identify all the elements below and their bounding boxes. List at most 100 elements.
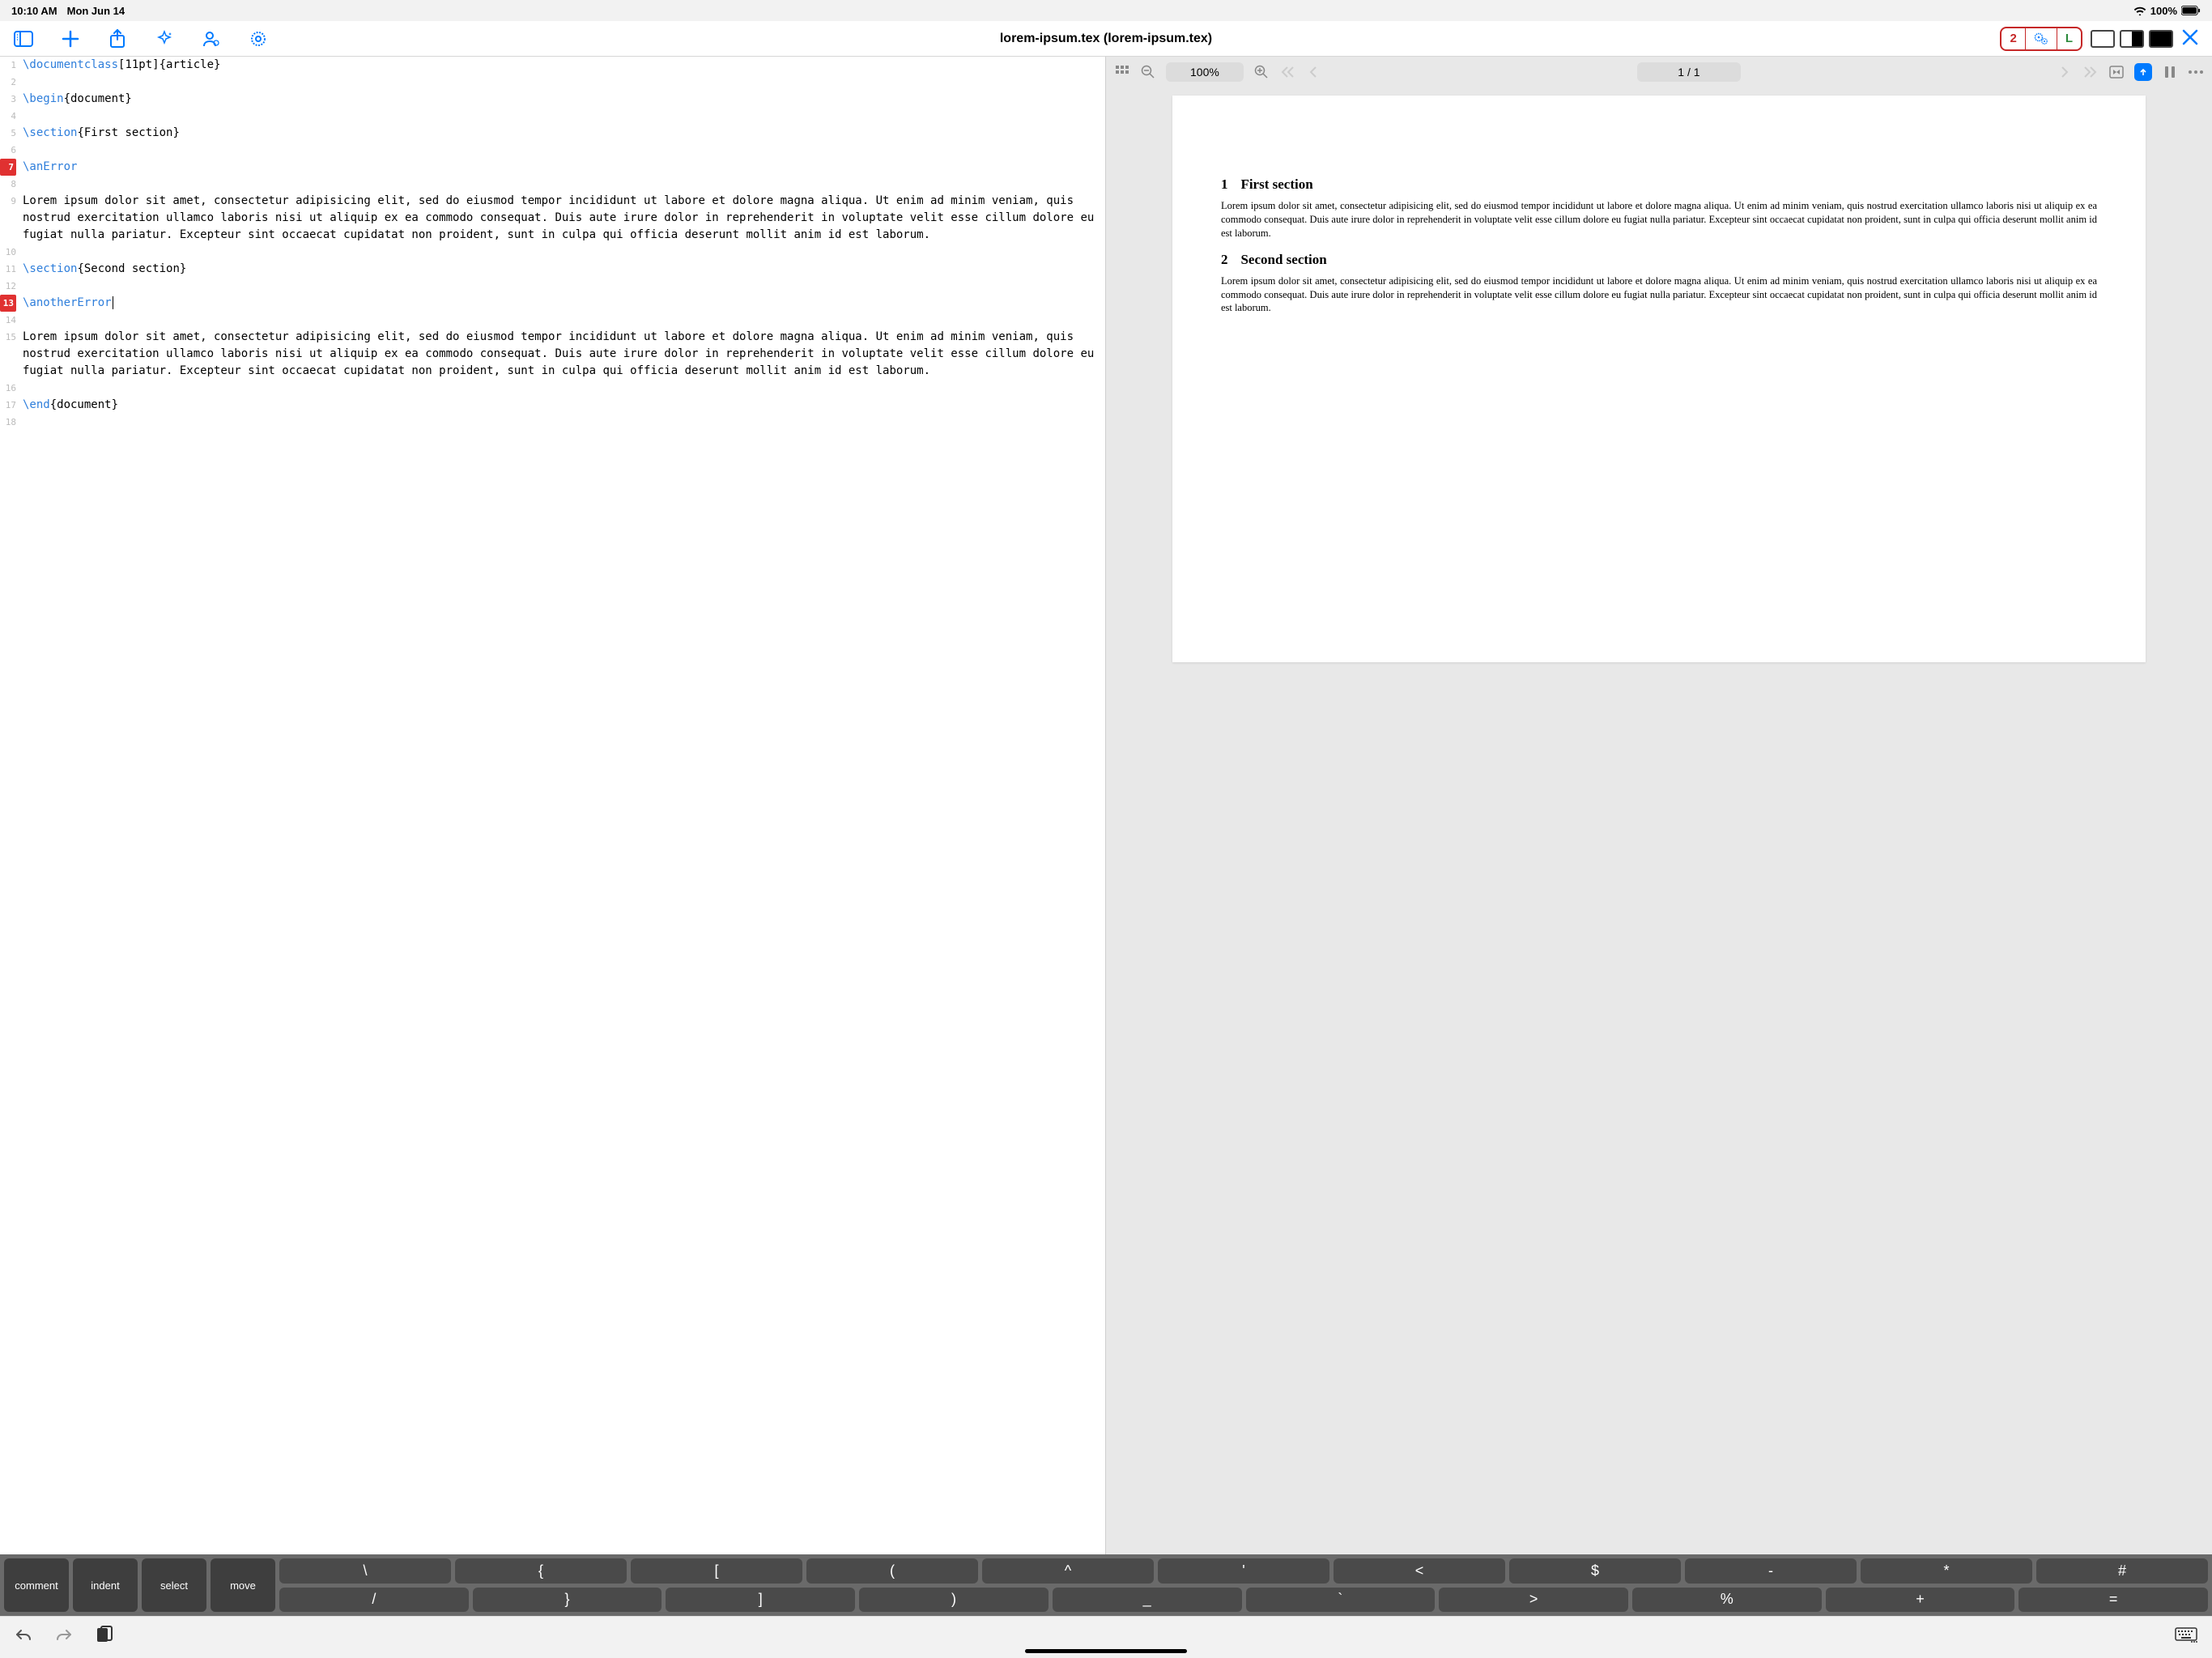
line-number: 5 [0, 125, 16, 142]
page-indicator[interactable]: 1 / 1 [1637, 62, 1740, 82]
kb-key[interactable]: < [1334, 1558, 1505, 1584]
layout-preview-only[interactable] [2149, 30, 2173, 48]
pause-icon[interactable] [2162, 66, 2178, 79]
kb-action-select[interactable]: select [142, 1558, 206, 1612]
kb-action-comment[interactable]: comment [4, 1558, 69, 1612]
kb-key[interactable]: _ [1053, 1588, 1242, 1613]
next-page-icon[interactable] [2057, 66, 2073, 78]
zoom-out-icon[interactable] [1140, 65, 1156, 79]
kb-key[interactable]: = [2018, 1588, 2208, 1613]
home-indicator[interactable] [1025, 1649, 1187, 1653]
prev-page-icon[interactable] [1305, 66, 1321, 78]
kb-key[interactable]: # [2036, 1558, 2208, 1584]
line-number: 16 [0, 380, 16, 397]
sidebar-toggle-icon[interactable] [13, 28, 34, 49]
kb-key[interactable]: ) [859, 1588, 1049, 1613]
layout-editor-only[interactable] [2091, 30, 2115, 48]
error-count: 2 [2001, 28, 2025, 49]
close-icon[interactable] [2181, 28, 2199, 50]
kb-key[interactable]: % [1632, 1588, 1822, 1613]
zoom-level[interactable]: 100% [1166, 62, 1244, 82]
zoom-in-icon[interactable] [1253, 65, 1270, 79]
sparkle-icon[interactable] [154, 28, 175, 49]
typeset-mode: L [2057, 28, 2081, 49]
kb-action-move[interactable]: move [211, 1558, 275, 1612]
share-icon[interactable] [107, 28, 128, 49]
code-line[interactable] [23, 278, 1099, 295]
code-line[interactable]: \section{Second section} [23, 261, 1099, 278]
thumbnails-icon[interactable] [1114, 66, 1130, 79]
code-line[interactable]: Lorem ipsum dolor sit amet, consectetur … [23, 329, 1099, 380]
kb-key[interactable]: [ [631, 1558, 802, 1584]
code-line[interactable]: \documentclass[11pt]{article} [23, 57, 1099, 74]
code-line[interactable] [23, 380, 1099, 397]
gear-icon[interactable] [248, 28, 269, 49]
code-line[interactable] [23, 414, 1099, 431]
pdf-section-body: Lorem ipsum dolor sit amet, consectetur … [1221, 199, 2097, 240]
redo-icon[interactable] [55, 1627, 73, 1647]
line-number: 7 [0, 159, 16, 176]
line-number: 12 [0, 278, 16, 295]
last-page-icon[interactable] [2082, 66, 2099, 78]
code-line[interactable] [23, 74, 1099, 91]
line-number: 14 [0, 312, 16, 329]
kb-key[interactable]: + [1826, 1588, 2015, 1613]
kb-key[interactable]: ` [1246, 1588, 1436, 1613]
line-number: 1 [0, 57, 16, 74]
line-number: 2 [0, 74, 16, 91]
typeset-gear-icon [2026, 28, 2057, 49]
status-time: 10:10 AM [11, 5, 57, 17]
kb-key[interactable]: \ [279, 1558, 451, 1584]
sync-icon[interactable] [2108, 66, 2125, 79]
kb-key[interactable]: ^ [982, 1558, 1154, 1584]
first-page-icon[interactable] [1279, 66, 1295, 78]
line-number: 10 [0, 244, 16, 261]
code-line[interactable]: \end{document} [23, 397, 1099, 414]
line-number: 8 [0, 176, 16, 193]
main-content: 123456789101112131415161718 \documentcla… [0, 57, 2212, 1554]
symbol-keyboard: commentindentselectmove \{[(^'<$-*# /}])… [0, 1554, 2212, 1616]
kb-key[interactable]: / [279, 1588, 469, 1613]
export-icon[interactable] [2134, 63, 2152, 81]
add-icon[interactable] [60, 28, 81, 49]
layout-picker [2091, 30, 2173, 48]
editor-pane[interactable]: 123456789101112131415161718 \documentcla… [0, 57, 1106, 1554]
code-line[interactable] [23, 312, 1099, 329]
kb-key[interactable]: * [1861, 1558, 2032, 1584]
code-line[interactable] [23, 142, 1099, 159]
code-line[interactable]: \anError [23, 159, 1099, 176]
code-line[interactable] [23, 244, 1099, 261]
line-number: 4 [0, 108, 16, 125]
code-area[interactable]: \documentclass[11pt]{article} \begin{docu… [19, 57, 1105, 431]
clipboard-icon[interactable] [96, 1626, 113, 1649]
document-title: lorem-ipsum.tex (lorem-ipsum.tex) [1000, 32, 1212, 46]
kb-key[interactable]: ' [1158, 1558, 1329, 1584]
line-number: 11 [0, 261, 16, 278]
code-line[interactable]: \anotherError [23, 295, 1099, 312]
pdf-page[interactable]: 1First sectionLorem ipsum dolor sit amet… [1172, 96, 2146, 662]
code-line[interactable]: \begin{document} [23, 91, 1099, 108]
kb-action-indent[interactable]: indent [73, 1558, 138, 1612]
user-gear-icon[interactable] [201, 28, 222, 49]
kb-key[interactable]: - [1685, 1558, 1857, 1584]
code-line[interactable]: \section{First section} [23, 125, 1099, 142]
kb-key[interactable]: > [1439, 1588, 1628, 1613]
preview-toolbar: 100% 1 / 1 [1106, 57, 2212, 87]
code-line[interactable] [23, 108, 1099, 125]
status-battery-pct: 100% [2150, 5, 2177, 17]
kb-key[interactable]: $ [1509, 1558, 1681, 1584]
keyboard-icon[interactable] [2175, 1627, 2197, 1647]
code-line[interactable] [23, 176, 1099, 193]
code-line[interactable]: Lorem ipsum dolor sit amet, consectetur … [23, 193, 1099, 244]
undo-icon[interactable] [15, 1627, 32, 1647]
preview-pane: 100% 1 / 1 1First sectionLorem ipsum dol… [1106, 57, 2212, 1554]
kb-key[interactable]: } [473, 1588, 662, 1613]
battery-icon [2181, 6, 2201, 15]
more-icon[interactable] [2188, 70, 2204, 74]
app-toolbar: lorem-ipsum.tex (lorem-ipsum.tex) 2 L [0, 21, 2212, 57]
kb-key[interactable]: ( [806, 1558, 978, 1584]
kb-key[interactable]: ] [666, 1588, 855, 1613]
error-indicator[interactable]: 2 L [2000, 27, 2082, 51]
layout-split[interactable] [2120, 30, 2144, 48]
kb-key[interactable]: { [455, 1558, 627, 1584]
